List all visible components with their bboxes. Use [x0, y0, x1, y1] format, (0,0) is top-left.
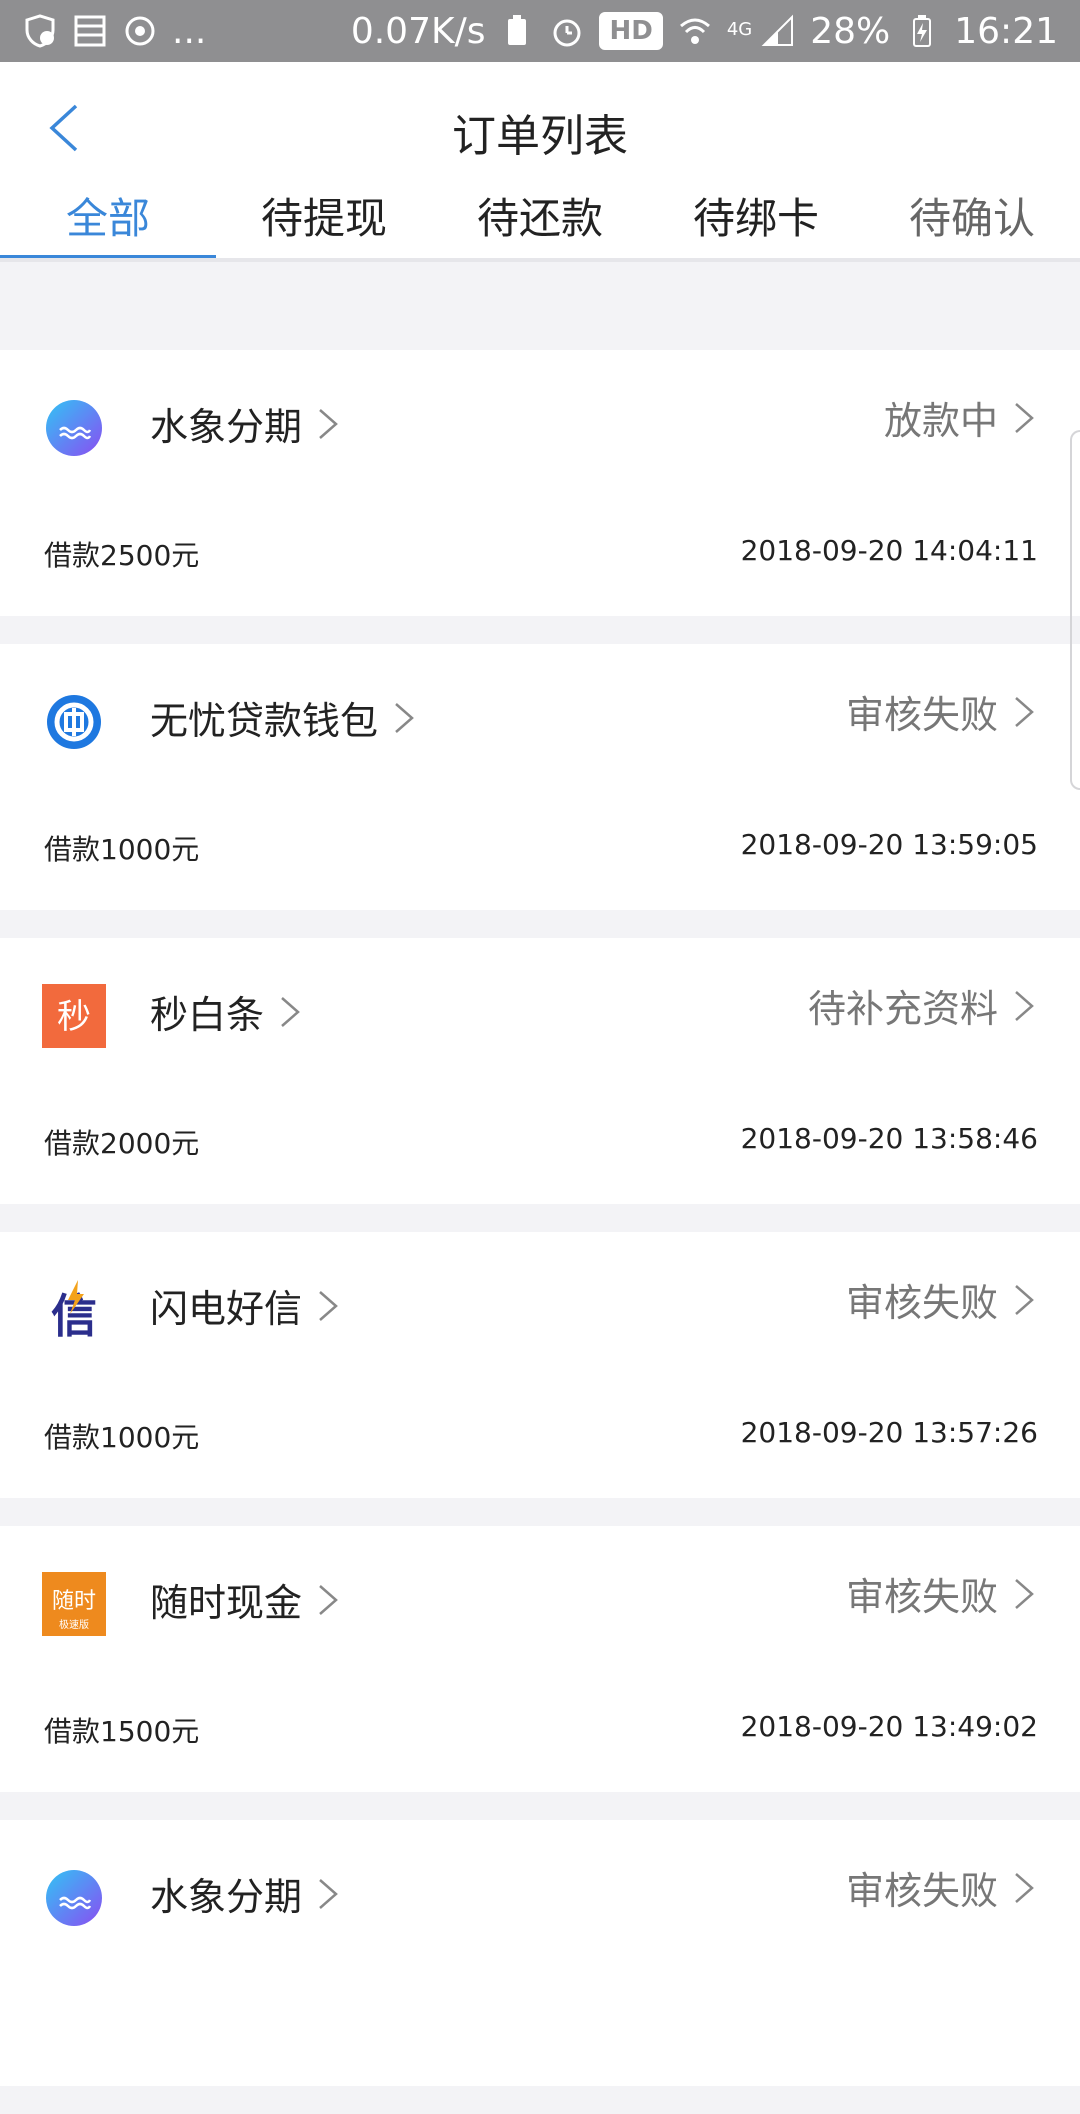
tab-pending-repayment[interactable]: 待还款 — [432, 182, 648, 260]
xin-logo-icon: 信 — [51, 1280, 97, 1342]
loan-amount: 借款1500元 — [44, 1715, 200, 1748]
order-status: 放款中 — [883, 399, 998, 443]
tab-pending-card-binding[interactable]: 待绑卡 — [648, 182, 864, 260]
order-card[interactable]: 水象分期 审核失败 — [0, 1820, 1080, 2086]
order-status-link[interactable]: 审核失败 — [846, 684, 1036, 739]
product-name-link[interactable]: 水象分期 — [150, 396, 340, 451]
product-name-link[interactable]: 秒白条 — [150, 984, 302, 1039]
tabs-divider — [0, 258, 1080, 262]
more-notifications: ... — [172, 10, 207, 52]
order-card[interactable]: 无忧贷款钱包 审核失败 借款1000元 2018-09-20 13:59:05 — [0, 644, 1080, 910]
alarm-icon — [549, 13, 585, 49]
suishi-logo-icon: 随时 极速版 — [42, 1572, 106, 1636]
chevron-right-icon — [319, 1584, 338, 1615]
order-card[interactable]: 信 闪电好信 审核失败 借款1000元 2018-09-20 13:57:26 — [0, 1232, 1080, 1498]
storage-notification-icon — [72, 13, 108, 49]
chevron-right-icon — [319, 1878, 338, 1909]
chevron-right-icon — [319, 1290, 338, 1321]
chevron-right-icon — [281, 996, 300, 1027]
status-bar: ... 0.07K/s HD 4G 28% 16:21 — [0, 0, 1080, 62]
product-name: 无忧贷款钱包 — [150, 699, 379, 743]
order-time: 2018-09-20 13:57:26 — [740, 1416, 1038, 1449]
order-card[interactable]: 水象分期 放款中 借款2500元 2018-09-20 14:04:11 — [0, 350, 1080, 616]
product-name-link[interactable]: 闪电好信 — [150, 1278, 340, 1333]
battery-charging-icon — [904, 13, 940, 49]
tab-pending-confirmation[interactable]: 待确认 — [864, 182, 1080, 260]
product-name-link[interactable]: 水象分期 — [150, 1866, 340, 1921]
shield-notification-icon — [22, 13, 58, 49]
order-status: 审核失败 — [845, 1575, 998, 1619]
order-status: 待补充资料 — [807, 987, 998, 1031]
product-name: 秒白条 — [150, 993, 265, 1037]
loan-amount: 借款1000元 — [44, 1421, 200, 1454]
chevron-right-icon — [1015, 1284, 1034, 1315]
product-name: 随时现金 — [150, 1581, 303, 1625]
order-status: 审核失败 — [845, 1869, 998, 1913]
product-name-link[interactable]: 随时现金 — [150, 1572, 340, 1627]
chevron-right-icon — [1015, 696, 1034, 727]
order-card[interactable]: 随时 极速版 随时现金 审核失败 借款1500元 2018-09-20 13:4… — [0, 1526, 1080, 1792]
hd-badge: HD — [599, 12, 663, 50]
product-name: 闪电好信 — [150, 1287, 303, 1331]
order-time: 2018-09-20 14:04:11 — [740, 534, 1038, 567]
suishi-logo-text: 随时 — [52, 1589, 96, 1614]
product-name: 水象分期 — [150, 405, 303, 449]
order-status: 审核失败 — [845, 1281, 998, 1325]
network-type: 4G — [726, 18, 753, 40]
order-status-link[interactable]: 待补充资料 — [808, 978, 1036, 1033]
page-title: 订单列表 — [452, 111, 628, 162]
tab-bar: 全部 待提现 待还款 待绑卡 待确认 — [0, 182, 1080, 260]
wallet-logo-icon — [47, 695, 101, 749]
order-status-link[interactable]: 审核失败 — [846, 1272, 1036, 1327]
order-time: 2018-09-20 13:49:02 — [740, 1710, 1038, 1743]
order-card[interactable]: 秒 秒白条 待补充资料 借款2000元 2018-09-20 13:58:46 — [0, 938, 1080, 1204]
status-left: ... — [22, 11, 206, 52]
order-time: 2018-09-20 13:58:46 — [740, 1122, 1038, 1155]
header: 订单列表 全部 待提现 待还款 待绑卡 待确认 — [0, 62, 1080, 260]
order-status: 审核失败 — [845, 693, 998, 737]
miao-logo-icon: 秒 — [42, 984, 106, 1048]
order-time: 2018-09-20 13:59:05 — [740, 828, 1038, 861]
suishi-logo-subtext: 极速版 — [59, 1618, 89, 1631]
status-right: 0.07K/s HD 4G 28% 16:21 — [351, 11, 1058, 52]
chevron-right-icon — [1015, 990, 1034, 1021]
loan-amount: 借款2000元 — [44, 1127, 200, 1160]
scroll-indicator[interactable] — [1070, 430, 1080, 790]
chevron-right-icon — [1015, 402, 1034, 433]
order-status-link[interactable]: 审核失败 — [846, 1860, 1036, 1915]
wifi-icon — [677, 13, 713, 49]
order-status-link[interactable]: 审核失败 — [846, 1566, 1036, 1621]
product-name: 水象分期 — [150, 1875, 303, 1919]
net-speed: 0.07K/s — [350, 10, 486, 52]
tab-pending-withdrawal[interactable]: 待提现 — [216, 182, 432, 260]
order-status-link[interactable]: 放款中 — [884, 390, 1036, 445]
chevron-right-icon — [1015, 1578, 1034, 1609]
chevron-right-icon — [1015, 1872, 1034, 1903]
order-list: 水象分期 放款中 借款2500元 2018-09-20 14:04:11 无忧贷… — [0, 350, 1080, 2114]
miao-logo-text: 秒 — [57, 997, 91, 1037]
chevron-right-icon — [395, 702, 414, 733]
water-logo-icon — [46, 400, 102, 456]
product-name-link[interactable]: 无忧贷款钱包 — [150, 690, 416, 745]
tab-all[interactable]: 全部 — [0, 182, 216, 260]
loan-amount: 借款1000元 — [44, 833, 200, 866]
loan-amount: 借款2500元 — [44, 539, 200, 572]
sync-notification-icon — [122, 13, 158, 49]
battery-saver-icon — [499, 13, 535, 49]
chevron-right-icon — [319, 408, 338, 439]
water-logo-icon — [46, 1870, 102, 1926]
signal-icon — [760, 13, 796, 49]
clock: 16:21 — [954, 10, 1058, 52]
battery-percent: 28% — [810, 10, 891, 52]
